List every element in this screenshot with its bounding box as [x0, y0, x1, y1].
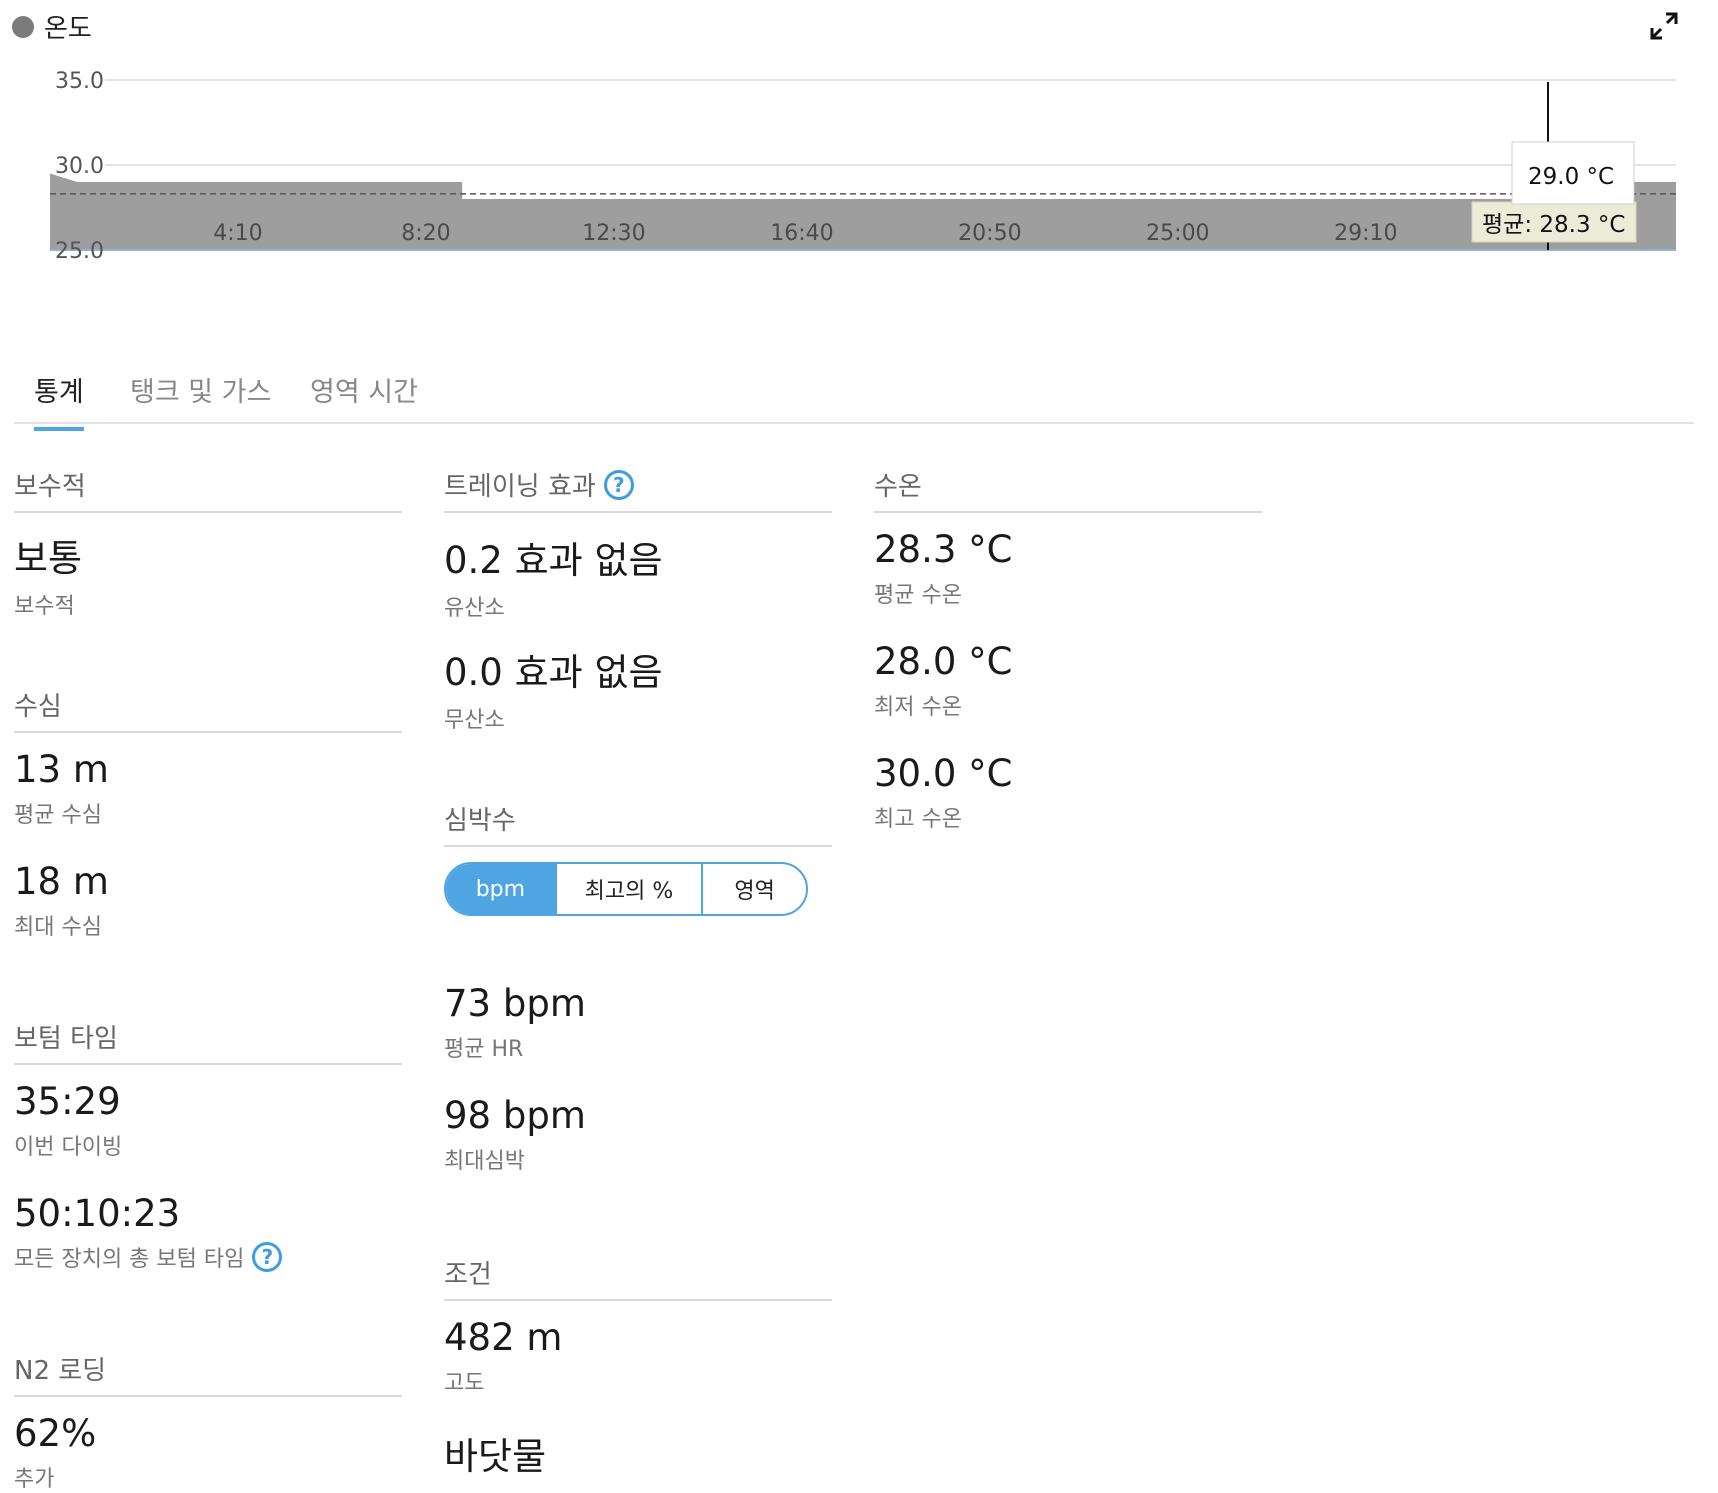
stat-label-row: 모든 장치의 총 보텀 타임 ?: [14, 1241, 283, 1273]
stat-avg-hr: 73 bpm 평균 HR: [444, 982, 586, 1063]
tab-bar: 통계 탱크 및 가스 영역 시간: [14, 360, 1694, 431]
y-tick-label: 25.0: [55, 239, 104, 264]
stat-max-depth: 18 m 최대 수심: [14, 860, 109, 941]
temperature-chart[interactable]: 35.0 30.0 25.0 4:10 8:20 12:30 16:40 20:50 25:0…: [0, 0, 1718, 300]
stat-aerobic: 0.2 효과 없음 유산소: [444, 530, 663, 622]
stat-value: 73 bpm: [444, 982, 586, 1025]
section-training-effect: 트레이닝 효과 ?: [444, 466, 832, 513]
section-title: 보수적: [14, 466, 402, 513]
help-icon[interactable]: ?: [252, 1242, 283, 1272]
stat-value: 30.0 °C: [874, 752, 1013, 795]
stat-max-water-temp: 30.0 °C 최고 수온: [874, 752, 1012, 833]
stat-label: 최저 수온: [874, 695, 962, 720]
stat-label: 최대 수심: [14, 915, 102, 940]
stat-avg-water-temp: 28.3 °C 평균 수온: [874, 528, 1012, 609]
help-icon[interactable]: ?: [603, 469, 634, 500]
stat-value: 13 m: [14, 748, 109, 791]
stat-label: 모든 장치의 총 보텀 타임: [14, 1247, 245, 1272]
stat-avg-depth: 13 m 평균 수심: [14, 748, 109, 829]
tab-tanks-gas[interactable]: 탱크 및 가스: [130, 370, 271, 427]
x-tick-label: 25:00: [1146, 221, 1209, 246]
section-conditions: 조건: [444, 1254, 832, 1301]
x-tick-label: 4:10: [213, 221, 262, 246]
cursor-value-label: 29.0 °C: [1528, 164, 1614, 190]
stat-conservatism: 보통 보수적: [14, 528, 82, 620]
stat-total-bottom-time: 50:10:23 모든 장치의 총 보텀 타임 ?: [14, 1192, 283, 1273]
y-tick-label: 35.0: [55, 69, 104, 94]
y-tick-label: 30.0: [55, 154, 104, 179]
stat-anaerobic: 0.0 효과 없음 무산소: [444, 642, 663, 734]
stat-value: 35:29: [14, 1080, 121, 1123]
stat-value: 50:10:23: [14, 1192, 181, 1235]
stat-label: 유산소: [444, 596, 505, 621]
stat-value: 62%: [14, 1412, 97, 1455]
segment-max-percent[interactable]: 최고의 %: [557, 864, 704, 914]
section-title: 트레이닝 효과: [444, 472, 596, 502]
section-title: 보텀 타임: [14, 1018, 402, 1065]
stat-max-hr: 98 bpm 최대심박: [444, 1094, 586, 1175]
stat-altitude: 482 m 고도: [444, 1316, 562, 1397]
x-tick-label: 8:20: [401, 221, 450, 246]
section-title: N2 로딩: [14, 1350, 402, 1397]
hr-unit-toggle: bpm 최고의 % 영역: [444, 862, 808, 916]
section-conservatism: 보수적: [14, 466, 402, 513]
segment-zone[interactable]: 영역: [703, 864, 806, 914]
cursor-average-label: 평균: 28.3 °C: [1482, 212, 1625, 238]
stat-label: 최대심박: [444, 1149, 525, 1174]
temperature-area: [50, 173, 1676, 250]
section-heart-rate: 심박수: [444, 800, 832, 847]
stat-label: 고도: [444, 1371, 485, 1396]
stat-label: 보수적: [14, 594, 75, 619]
stat-value: 482 m: [444, 1316, 563, 1359]
stat-value: 28.0 °C: [874, 640, 1013, 683]
stat-label: 평균 수심: [14, 803, 102, 828]
section-title-row: 트레이닝 효과 ?: [444, 466, 832, 513]
stat-label: 평균 HR: [444, 1037, 524, 1062]
x-tick-label: 12:30: [582, 221, 645, 246]
stat-value: 28.3 °C: [874, 528, 1013, 571]
stat-label: 추가: [14, 1467, 55, 1492]
stat-value: 0.2 효과 없음: [444, 539, 663, 582]
stat-n2: 62% 추가: [14, 1412, 96, 1493]
stat-label: 최고 수온: [874, 807, 962, 832]
stat-water-type: 바닷물: [444, 1426, 546, 1480]
x-tick-label: 16:40: [770, 221, 833, 246]
section-title: 심박수: [444, 800, 832, 847]
x-tick-label: 29:10: [1334, 221, 1397, 246]
section-water-temp: 수온: [874, 466, 1262, 513]
stat-label: 무산소: [444, 708, 505, 733]
stat-value: 98 bpm: [444, 1094, 586, 1137]
stat-value: 0.0 효과 없음: [444, 651, 663, 694]
section-bottom-time: 보텀 타임: [14, 1018, 402, 1065]
segment-bpm[interactable]: bpm: [446, 864, 557, 914]
section-depth: 수심: [14, 686, 402, 733]
section-title: 조건: [444, 1254, 832, 1301]
section-title: 수심: [14, 686, 402, 733]
x-tick-label: 20:50: [958, 221, 1021, 246]
stat-value: 바닷물: [444, 1435, 547, 1478]
tab-stats[interactable]: 통계: [34, 370, 84, 431]
tab-zone-time[interactable]: 영역 시간: [310, 370, 418, 427]
stat-min-water-temp: 28.0 °C 최저 수온: [874, 640, 1012, 721]
stat-this-dive: 35:29 이번 다이빙: [14, 1080, 122, 1161]
stat-label: 이번 다이빙: [14, 1135, 123, 1160]
section-title: 수온: [874, 466, 1262, 513]
stat-value: 18 m: [14, 860, 109, 903]
stat-label: 평균 수온: [874, 583, 962, 608]
section-n2-loading: N2 로딩: [14, 1350, 402, 1397]
stat-value: 보통: [14, 537, 83, 580]
